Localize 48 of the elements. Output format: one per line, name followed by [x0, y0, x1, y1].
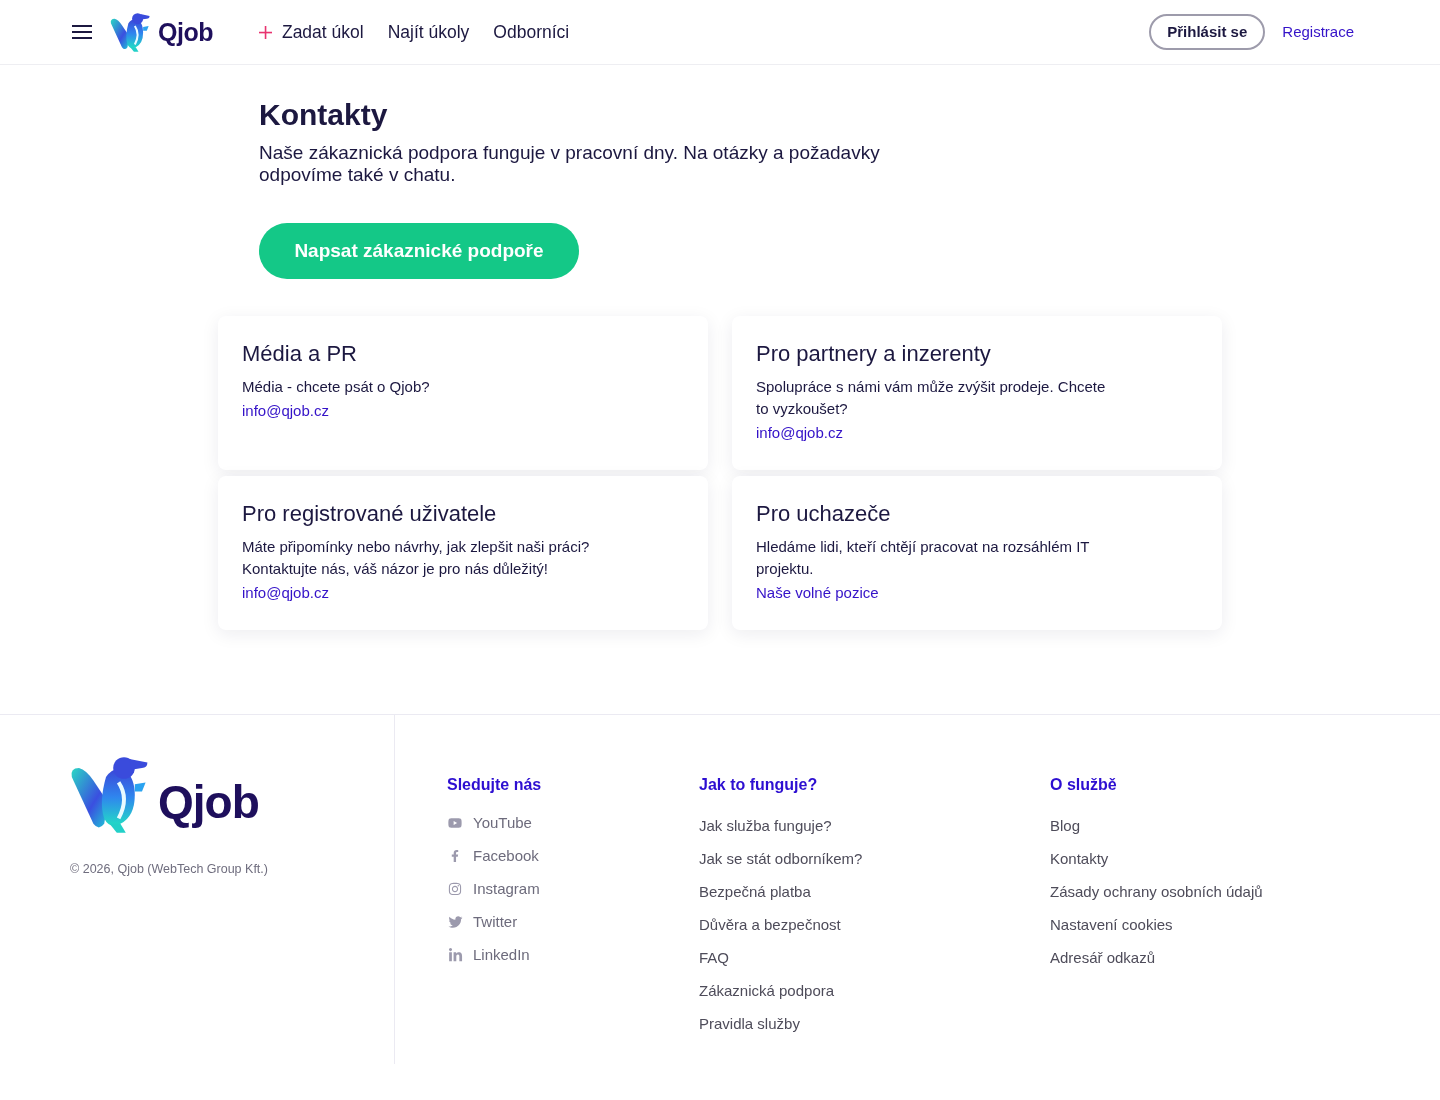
card-text: Hledáme lidi, kteří chtějí pracovat na rozsáhlém IT projektu. — [756, 537, 1091, 579]
social-link[interactable]: Facebook — [447, 844, 539, 868]
menu-icon — [72, 25, 92, 39]
footer-link[interactable]: Adresář odkazů — [1050, 946, 1156, 970]
footer-link[interactable]: Jak služba funguje? — [699, 814, 832, 838]
footer-link[interactable]: Zásady ochrany osobních údajů — [1050, 880, 1263, 904]
footer-link[interactable]: Důvěra a bezpečnost — [699, 913, 841, 937]
footer-link[interactable]: FAQ — [699, 946, 729, 970]
footer-heading: Sledujte nás — [447, 775, 542, 795]
card-text: Spolupráce s námi vám může zvýšit prodeje. Chcete to vyzkoušet? — [756, 377, 1107, 419]
footer-link[interactable]: Kontakty — [1050, 847, 1109, 871]
footer-link[interactable]: Pravidla služby — [699, 1012, 800, 1036]
footer-link[interactable]: Zákaznická podpora — [699, 979, 835, 1003]
card-text: Média - chcete psát o Qjob? — [242, 377, 431, 397]
youtube-icon — [448, 816, 462, 830]
social-link[interactable]: Instagram — [447, 877, 540, 901]
page-title: Kontakty — [259, 97, 388, 133]
nav-link[interactable]: Zadat úkol — [258, 18, 364, 46]
footer-link[interactable]: Jak se stát odborníkem? — [699, 847, 863, 871]
card-title: Pro uchazeče — [756, 500, 891, 528]
nav-link[interactable]: Najít úkoly — [387, 18, 470, 46]
footer-link[interactable]: Nastavení cookies — [1050, 913, 1173, 937]
card-link[interactable]: Naše volné pozice — [756, 582, 879, 604]
login-button[interactable]: Přihlásit se — [1149, 14, 1266, 50]
nav-link[interactable]: Odborníci — [493, 18, 570, 46]
copyright-text: © 2026, Qjob (WebTech Group Kft.) — [70, 861, 268, 878]
linkedin-icon — [447, 947, 463, 963]
instagram-icon — [448, 882, 462, 896]
footer-heading: Jak to funguje? — [699, 775, 818, 795]
intro-text: Naše zákaznická podpora funguje v pracovní dny. Na otázky a požadavky odpovíme také v chatu. — [259, 142, 881, 186]
card-text: Máte připomínky nebo návrhy, jak zlepšit naši práci? Kontaktujte nás, váš názor je pro nás důležitý! — [242, 537, 591, 579]
social-link[interactable]: Twitter — [447, 910, 518, 934]
twitter-icon — [447, 915, 463, 929]
card-link[interactable]: info@qjob.cz — [242, 400, 329, 422]
social-link[interactable]: LinkedIn — [447, 943, 530, 967]
card-link[interactable]: info@qjob.cz — [242, 582, 329, 604]
footer-link[interactable]: Blog — [1050, 814, 1081, 838]
plus-icon — [258, 25, 272, 39]
card-title: Média a PR — [242, 340, 357, 368]
card-title: Pro registrované uživatele — [242, 500, 497, 528]
register-link[interactable]: Registrace — [1282, 20, 1354, 44]
menu-button[interactable] — [72, 24, 92, 40]
footer-heading: O službě — [1050, 775, 1117, 795]
footer-link[interactable]: Bezpečná platba — [699, 880, 811, 904]
card-title: Pro partnery a inzerenty — [756, 340, 991, 368]
card-link[interactable]: info@qjob.cz — [756, 422, 843, 444]
logo-text[interactable]: Qjob — [158, 19, 213, 45]
social-link[interactable]: YouTube — [447, 811, 532, 835]
